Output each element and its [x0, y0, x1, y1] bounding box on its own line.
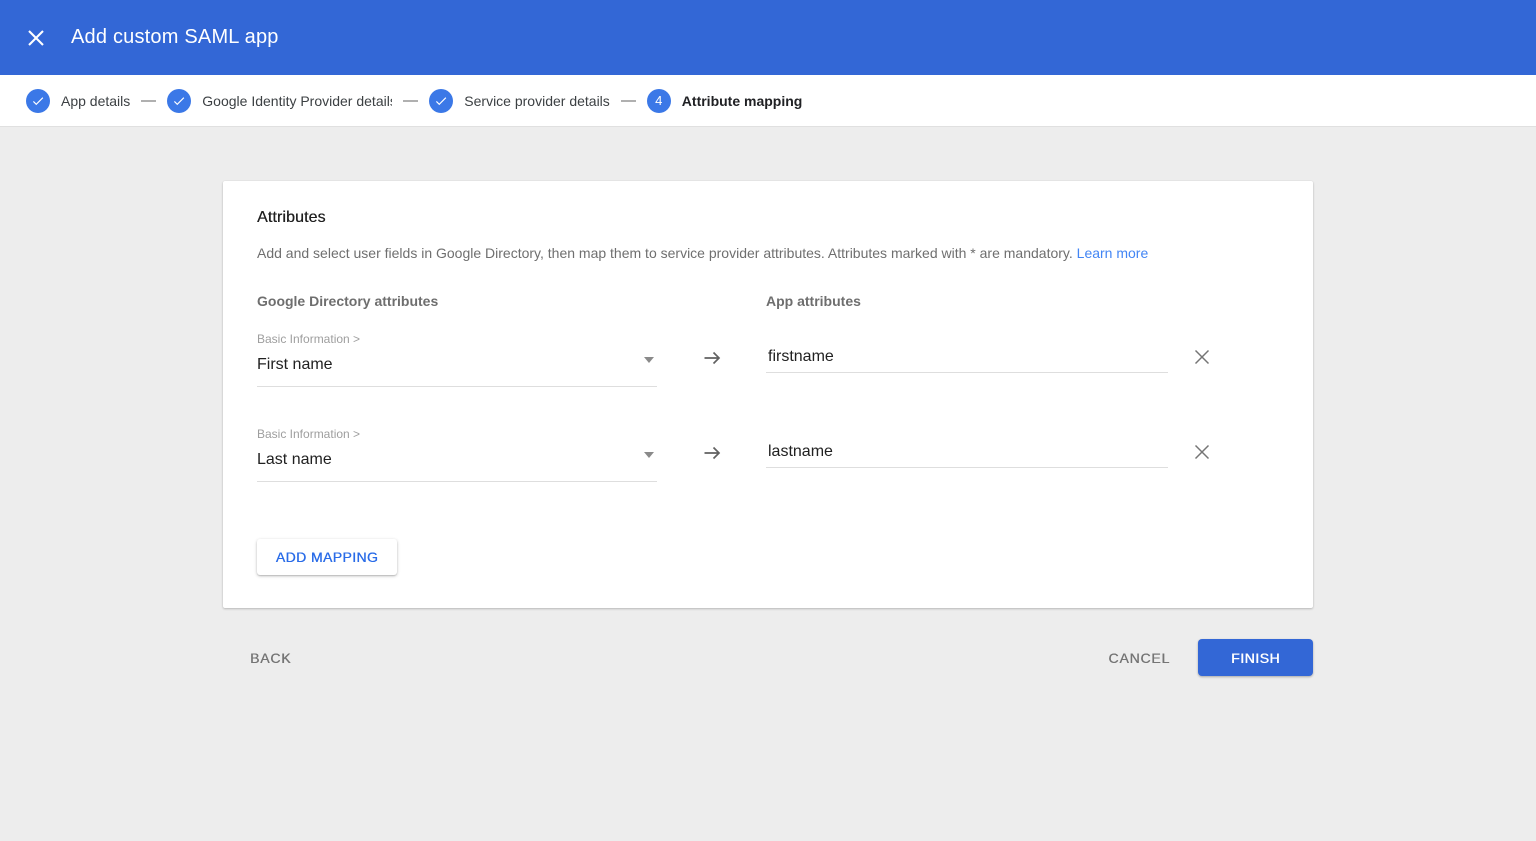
dialog-body: Attributes Add and select user fields in… [0, 181, 1536, 676]
card-description: Add and select user fields in Google Dir… [257, 245, 1279, 261]
mapping-row: Basic Information > First name [257, 332, 1279, 387]
mapping-row: Basic Information > Last name [257, 427, 1279, 482]
stepper: App details Google Identity Provider det… [0, 75, 1536, 127]
app-attribute-input[interactable] [766, 443, 1168, 468]
finish-button[interactable]: FINISH [1198, 639, 1313, 676]
step-attribute-mapping[interactable]: 4 Attribute mapping [647, 89, 803, 113]
step-service-provider-details[interactable]: Service provider details [429, 89, 610, 113]
back-button[interactable]: BACK [250, 650, 291, 666]
card-title: Attributes [257, 209, 1279, 227]
step-app-details[interactable]: App details [26, 89, 130, 113]
step-complete-icon [167, 89, 191, 113]
attribute-category: Basic Information > [257, 332, 657, 346]
step-label: Google Identity Provider details [202, 93, 392, 109]
directory-attribute-select[interactable]: Basic Information > Last name [257, 427, 657, 482]
step-connector [403, 100, 418, 102]
footer-actions: BACK CANCEL FINISH [223, 639, 1313, 676]
column-headers: Google Directory attributes App attribut… [257, 293, 1279, 309]
dropdown-arrow-icon [644, 452, 654, 458]
step-label: Attribute mapping [682, 93, 803, 109]
step-label: Service provider details [464, 93, 610, 109]
app-attributes-header: App attributes [766, 293, 1168, 309]
mapping-arrow [657, 427, 766, 482]
step-label: App details [61, 93, 130, 109]
attribute-category: Basic Information > [257, 427, 657, 441]
add-mapping-button[interactable]: ADD MAPPING [257, 539, 397, 575]
directory-attribute-select[interactable]: Basic Information > First name [257, 332, 657, 387]
selected-attribute: First name [257, 356, 333, 374]
step-connector [141, 100, 156, 102]
remove-mapping-icon[interactable] [1193, 348, 1211, 366]
remove-mapping-icon[interactable] [1193, 443, 1211, 461]
selected-attribute: Last name [257, 451, 332, 469]
cancel-button[interactable]: CANCEL [1108, 650, 1170, 666]
arrow-right-icon [700, 346, 724, 370]
learn-more-link[interactable]: Learn more [1077, 245, 1149, 261]
step-google-idp-details[interactable]: Google Identity Provider details [167, 89, 392, 113]
dropdown-arrow-icon [644, 357, 654, 363]
step-complete-icon [26, 89, 50, 113]
arrow-right-icon [700, 441, 724, 465]
attributes-card: Attributes Add and select user fields in… [223, 181, 1313, 608]
card-description-text: Add and select user fields in Google Dir… [257, 245, 1073, 261]
close-icon[interactable] [25, 27, 47, 49]
step-connector [621, 100, 636, 102]
step-complete-icon [429, 89, 453, 113]
app-attribute-input[interactable] [766, 348, 1168, 373]
dialog-header: Add custom SAML app [0, 0, 1536, 75]
dialog-title: Add custom SAML app [71, 26, 279, 49]
directory-attributes-header: Google Directory attributes [257, 293, 657, 309]
step-number-badge: 4 [647, 89, 671, 113]
mapping-arrow [657, 332, 766, 387]
